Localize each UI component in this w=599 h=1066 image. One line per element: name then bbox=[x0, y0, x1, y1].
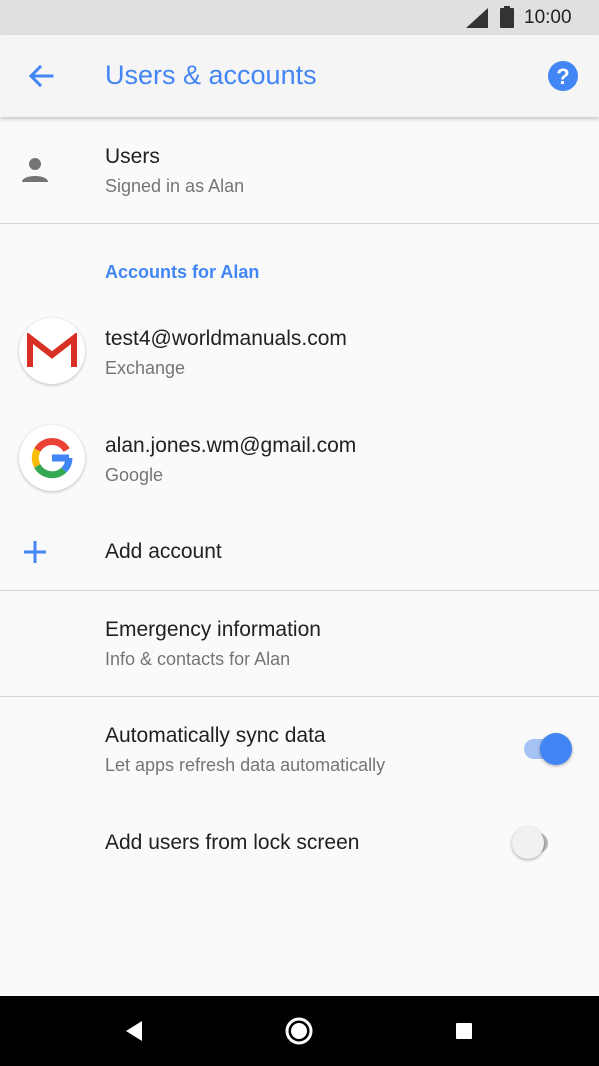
users-subtitle: Signed in as Alan bbox=[105, 176, 245, 196]
status-bar: 10:00 bbox=[0, 0, 599, 35]
auto-sync-subtitle: Let apps refresh data automatically bbox=[105, 755, 386, 775]
home-circle-icon bbox=[285, 1017, 313, 1045]
arrow-back-icon bbox=[28, 64, 54, 88]
emergency-subtitle: Info & contacts for Alan bbox=[105, 649, 291, 669]
users-row[interactable]: Users Signed in as Alan bbox=[0, 117, 599, 223]
status-time: 10:00 bbox=[524, 7, 572, 28]
navigation-bar bbox=[0, 996, 599, 1066]
person-icon bbox=[22, 158, 48, 182]
users-title: Users bbox=[105, 145, 160, 168]
plus-icon bbox=[24, 541, 46, 563]
account-email: alan.jones.wm@gmail.com bbox=[105, 434, 357, 457]
divider bbox=[0, 223, 599, 224]
auto-sync-title: Automatically sync data bbox=[105, 724, 326, 747]
toggle-thumb bbox=[540, 733, 572, 765]
page-title: Users & accounts bbox=[105, 60, 317, 90]
help-button[interactable]: ? bbox=[546, 59, 580, 93]
battery-icon bbox=[500, 6, 514, 28]
auto-sync-row[interactable]: Automatically sync data Let apps refresh… bbox=[0, 697, 599, 797]
accounts-section-header: Accounts for Alan bbox=[105, 262, 260, 282]
gmail-icon bbox=[27, 333, 77, 367]
add-account-label: Add account bbox=[105, 540, 222, 563]
account-email: test4@worldmanuals.com bbox=[105, 327, 347, 350]
auto-sync-toggle[interactable] bbox=[524, 733, 572, 765]
emergency-title: Emergency information bbox=[105, 618, 321, 641]
signal-icon bbox=[466, 8, 488, 28]
svg-text:?: ? bbox=[556, 64, 569, 89]
account-item-exchange[interactable]: test4@worldmanuals.com Exchange bbox=[0, 310, 599, 405]
add-account-button[interactable]: Add account bbox=[0, 520, 599, 590]
account-type: Google bbox=[105, 465, 164, 485]
app-bar: Users & accounts ? bbox=[0, 35, 599, 117]
gmail-avatar bbox=[19, 318, 85, 384]
nav-back-button[interactable] bbox=[116, 1013, 152, 1049]
emergency-info-row[interactable]: Emergency information Info & contacts fo… bbox=[0, 591, 599, 696]
lock-screen-users-toggle[interactable] bbox=[512, 827, 560, 859]
google-icon bbox=[31, 438, 73, 479]
recents-square-icon bbox=[456, 1023, 472, 1039]
lock-screen-users-row[interactable]: Add users from lock screen bbox=[0, 805, 599, 883]
account-type: Exchange bbox=[105, 358, 186, 378]
back-triangle-icon bbox=[126, 1021, 142, 1041]
toggle-thumb bbox=[512, 827, 544, 859]
back-button[interactable] bbox=[20, 57, 60, 97]
nav-home-button[interactable] bbox=[281, 1013, 317, 1049]
nav-recents-button[interactable] bbox=[446, 1013, 482, 1049]
help-icon: ? bbox=[548, 61, 578, 91]
lock-screen-users-title: Add users from lock screen bbox=[105, 831, 360, 854]
google-avatar bbox=[19, 425, 85, 491]
account-item-google[interactable]: alan.jones.wm@gmail.com Google bbox=[0, 417, 599, 512]
